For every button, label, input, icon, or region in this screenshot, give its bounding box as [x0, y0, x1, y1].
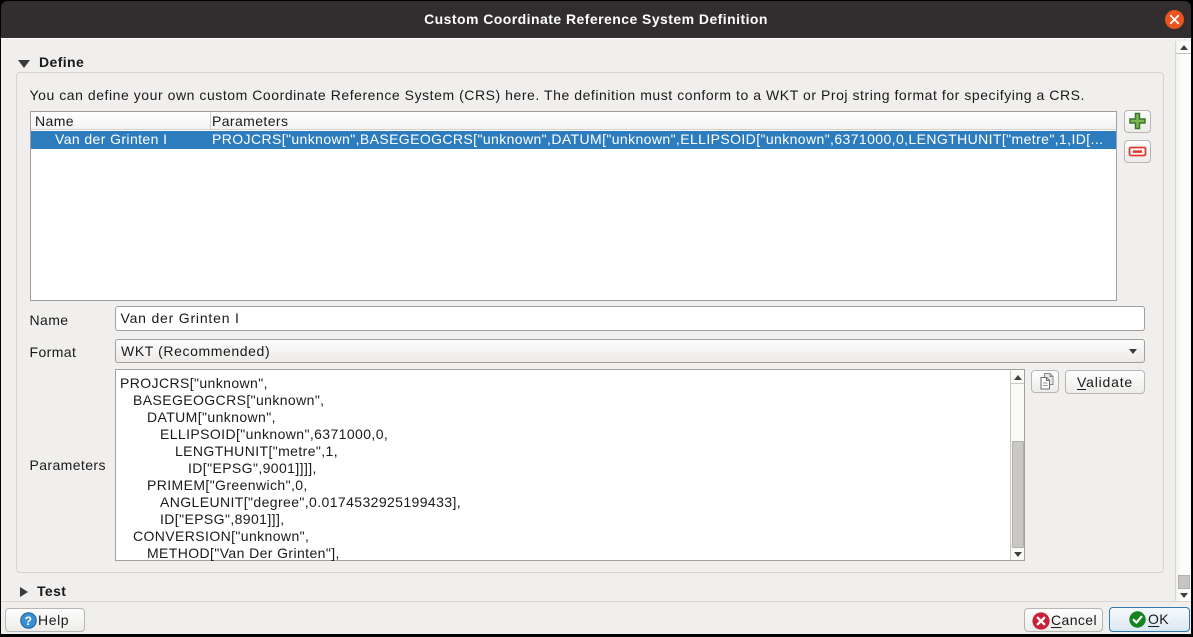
svg-text:?: ? — [25, 614, 33, 628]
